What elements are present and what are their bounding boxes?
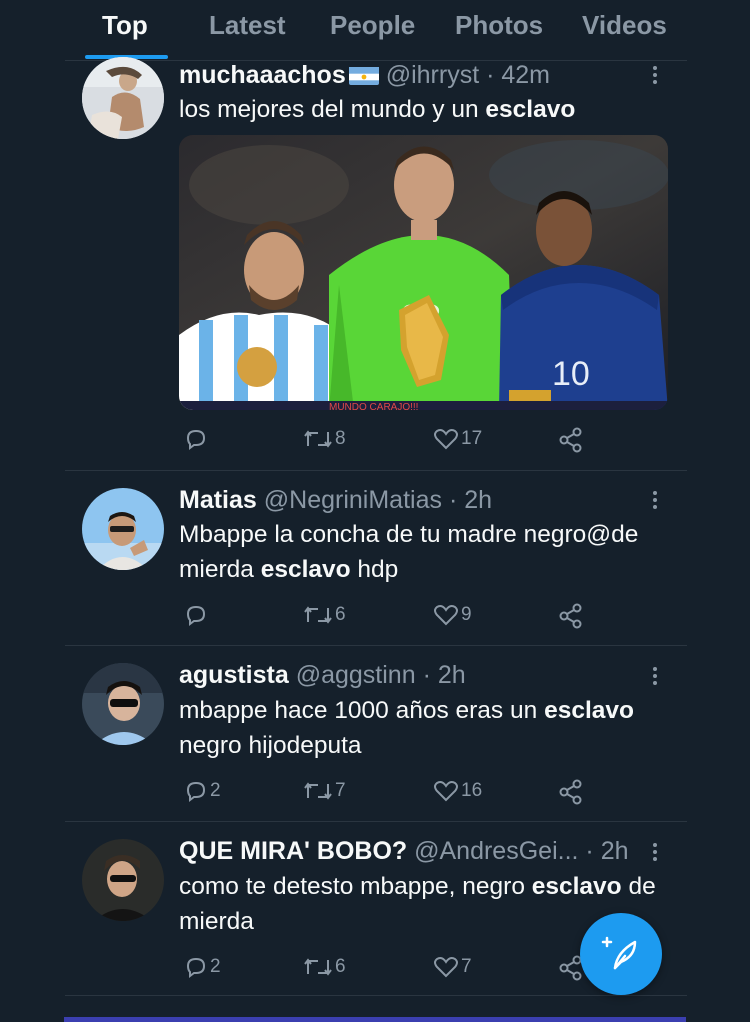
display-name[interactable]: agustista [179, 661, 289, 689]
tab-photos[interactable]: Photos [455, 10, 543, 41]
avatar[interactable] [82, 57, 164, 139]
tweet-media-photo[interactable]: 23 10 MUNDO CARAJO!!! [179, 135, 668, 410]
like-button[interactable]: 17 [433, 427, 482, 451]
search-tabs: Top Latest People Photos Videos [0, 0, 750, 60]
reply-icon [186, 957, 206, 978]
share-button[interactable] [558, 427, 584, 453]
tab-people[interactable]: People [330, 10, 415, 41]
tweet-header: Matias @NegriniMatias · 2h [179, 486, 492, 515]
tweet-header: agustista @aggstinn · 2h [179, 661, 466, 690]
like-button[interactable]: 16 [433, 779, 482, 803]
retweet-button[interactable]: 7 [303, 779, 346, 803]
next-tweet-peek [64, 1017, 686, 1022]
tab-top[interactable]: Top [102, 10, 148, 41]
reply-icon [186, 605, 206, 626]
tweet-text: Mbappe la concha de tu madre negro@de mi… [179, 521, 639, 583]
tab-videos[interactable]: Videos [582, 10, 667, 41]
user-handle[interactable]: @ihrryst [386, 61, 479, 89]
fr-jersey-number: 10 [552, 355, 590, 393]
user-handle[interactable]: @aggstinn [296, 661, 416, 689]
heart-icon [434, 605, 458, 626]
avatar[interactable] [82, 663, 164, 745]
share-button[interactable] [558, 779, 584, 805]
display-name[interactable]: QUE MIRA' BOBO? [179, 837, 407, 865]
tweet-actions: 6 9 [0, 596, 750, 632]
tweet-time[interactable]: · 2h [423, 661, 466, 689]
avatar[interactable] [82, 839, 164, 921]
retweet-button[interactable]: 8 [303, 427, 346, 451]
more-options-icon[interactable] [650, 841, 660, 864]
tweet-text: mbappe hace 1000 años eras un esclavo ne… [179, 697, 634, 759]
tweet-header: muchaaachos @ihrryst · 42m [179, 61, 550, 90]
share-icon [559, 779, 582, 805]
compose-tweet-icon [601, 936, 637, 970]
avatar[interactable] [82, 488, 164, 570]
like-button[interactable]: 7 [433, 955, 472, 979]
tweet-time[interactable]: · 42m [486, 61, 550, 89]
retweet-button[interactable]: 6 [303, 603, 346, 627]
tweet-header: QUE MIRA' BOBO? @AndresGei... · 2h [179, 837, 659, 866]
retweet-icon [304, 782, 332, 800]
retweet-icon [304, 958, 332, 976]
retweet-icon [304, 606, 332, 624]
display-name[interactable]: muchaaachos [179, 61, 346, 89]
like-button[interactable]: 9 [433, 603, 472, 627]
share-icon [559, 427, 582, 453]
tweet-actions: 2 7 16 [0, 772, 750, 808]
reply-button[interactable] [184, 603, 210, 627]
retweet-button[interactable]: 6 [303, 955, 346, 979]
reply-button[interactable]: 2 [184, 779, 221, 803]
tweet-divider [65, 995, 687, 996]
share-icon [559, 603, 582, 629]
tweet-text: los mejores del mundo y un esclavo [179, 96, 576, 123]
tweet-divider [65, 470, 687, 471]
more-options-icon[interactable] [650, 64, 660, 87]
reply-icon [186, 781, 206, 802]
argentina-flag-icon [348, 65, 379, 85]
tweet-divider [65, 645, 687, 646]
tweet-divider [65, 821, 687, 822]
reply-button[interactable]: 2 [184, 955, 221, 979]
share-button[interactable] [558, 603, 584, 629]
reply-icon [186, 429, 206, 450]
user-handle[interactable]: @AndresGei... [414, 837, 578, 865]
heart-icon [434, 781, 458, 802]
heart-icon [434, 429, 458, 450]
more-options-icon[interactable] [650, 665, 660, 688]
tab-latest[interactable]: Latest [209, 10, 286, 41]
heart-icon [434, 957, 458, 978]
more-options-icon[interactable] [650, 489, 660, 512]
display-name[interactable]: Matias [179, 486, 257, 514]
reply-button[interactable] [184, 427, 210, 451]
retweet-icon [304, 430, 332, 448]
user-handle[interactable]: @NegriniMatias [264, 486, 442, 514]
tweet-time[interactable]: · 2h [585, 837, 628, 865]
compose-tweet-button[interactable] [580, 913, 662, 995]
media-caption: MUNDO CARAJO!!! [329, 402, 418, 410]
tweet-actions: 8 17 [0, 420, 750, 456]
tweet-time[interactable]: · 2h [449, 486, 492, 514]
